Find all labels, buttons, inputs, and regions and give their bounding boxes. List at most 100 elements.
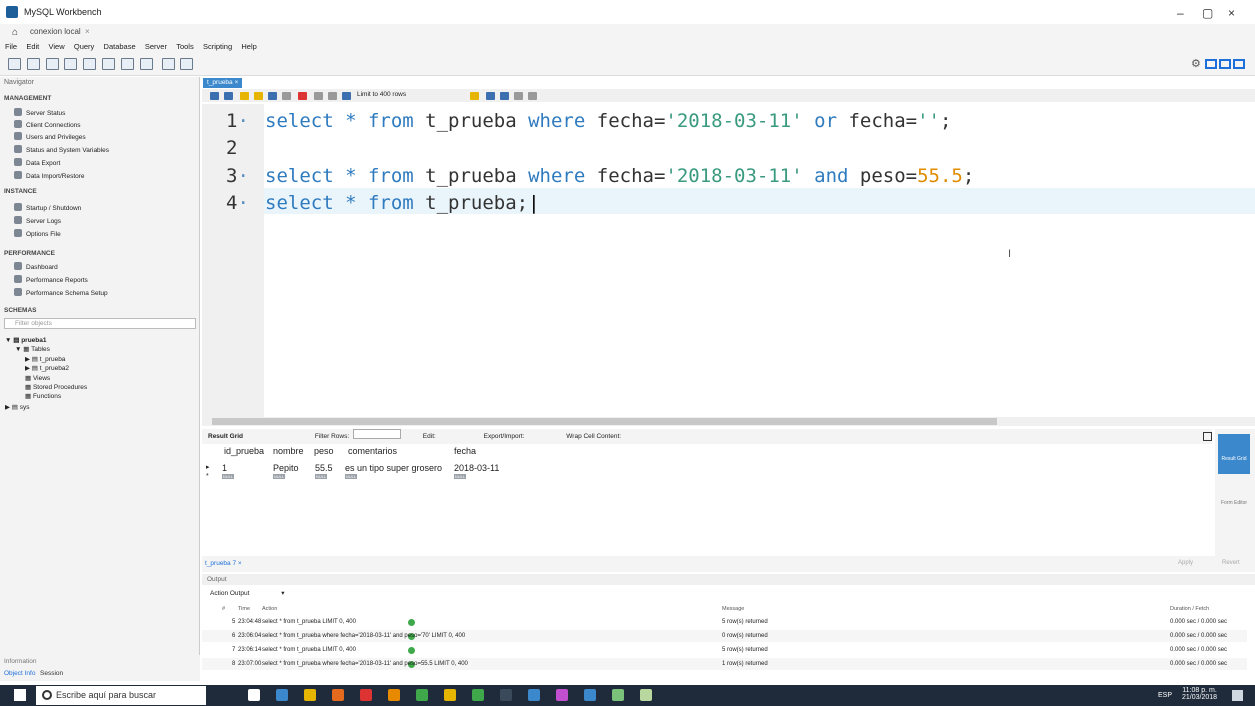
open-sql-script-icon[interactable] — [27, 58, 40, 70]
tree-table-t-prueba[interactable]: ▶ ▤ t_prueba — [25, 355, 65, 363]
toggle-bottom-panel-icon[interactable] — [1219, 59, 1231, 69]
null-cell-peso[interactable]: NULL — [315, 474, 327, 479]
menu-view[interactable]: View — [49, 40, 65, 54]
output-row[interactable]: 8 23:07:00 select * from t_prueba where fe… — [202, 658, 1247, 670]
nav-client-connections[interactable]: Client Connections — [14, 120, 81, 129]
chrome-icon[interactable] — [416, 689, 428, 701]
result-tab[interactable]: t_prueba 7 × — [205, 560, 242, 567]
code-line-3[interactable]: select * from t_prueba where fecha='2018… — [265, 165, 974, 187]
taskbar-app-icon[interactable] — [584, 689, 596, 701]
execute-icon[interactable] — [240, 92, 249, 100]
session-tab[interactable]: Session — [40, 670, 63, 677]
language-indicator[interactable]: ESP — [1158, 692, 1172, 699]
windows-start-icon[interactable] — [14, 689, 26, 701]
action-output-select[interactable]: Action Output ▾ — [210, 589, 284, 597]
taskbar-app-icon[interactable] — [276, 689, 288, 701]
cell-fecha[interactable]: 2018-03-11 — [454, 463, 499, 473]
minimize-button[interactable]: – — [1177, 6, 1184, 20]
schema-sys[interactable]: ▶ ▤ sys — [5, 403, 30, 411]
null-cell-fecha[interactable]: NULL — [454, 474, 466, 479]
col-nombre[interactable]: nombre — [273, 446, 304, 456]
menu-scripting[interactable]: Scripting — [203, 40, 232, 54]
taskbar-clock[interactable]: 11:08 p. m. 21/03/2018 — [1182, 687, 1217, 701]
nav-users-privileges[interactable]: Users and Privileges — [14, 132, 86, 141]
execute-statement-icon[interactable] — [254, 92, 263, 100]
create-schema-icon[interactable] — [64, 58, 77, 70]
search-table-data-icon[interactable] — [162, 58, 175, 70]
maximize-result-icon[interactable] — [1203, 432, 1212, 441]
wrap-lines-icon[interactable] — [528, 92, 537, 100]
notifications-icon[interactable] — [1232, 690, 1243, 701]
tree-stored-procedures[interactable]: ▦ Stored Procedures — [25, 383, 87, 391]
cell-id-prueba[interactable]: 1 — [222, 463, 227, 473]
taskbar-app-icon[interactable] — [556, 689, 568, 701]
taskbar-app-icon[interactable] — [444, 689, 456, 701]
open-file-icon[interactable] — [210, 92, 219, 100]
toggle-sidebar-icon[interactable] — [1205, 59, 1217, 69]
close-icon[interactable]: × — [85, 27, 90, 36]
create-view-icon[interactable] — [102, 58, 115, 70]
nav-data-export[interactable]: Data Export — [14, 158, 60, 167]
col-fecha[interactable]: fecha — [454, 446, 476, 456]
menu-edit[interactable]: Edit — [26, 40, 39, 54]
beautify-icon[interactable] — [470, 92, 479, 100]
tree-views[interactable]: ▦ Views — [25, 374, 50, 382]
toggle-error-icon[interactable] — [298, 92, 307, 100]
create-procedure-icon[interactable] — [121, 58, 134, 70]
cell-peso[interactable]: 55.5 — [315, 463, 333, 473]
menu-tools[interactable]: Tools — [176, 40, 194, 54]
limit-rows-select[interactable]: Limit to 400 rows — [357, 91, 406, 98]
nav-startup-shutdown[interactable]: Startup / Shutdown — [14, 203, 81, 212]
schema-prueba1[interactable]: ▼ ▤ prueba1 — [5, 336, 46, 344]
col-comentarios[interactable]: comentarios — [348, 446, 397, 456]
invisible-chars-icon[interactable] — [514, 92, 523, 100]
cell-comentarios[interactable]: es un tipo super grosero — [345, 463, 442, 473]
output-row[interactable]: 5 23:04:48 select * from t_prueba LIMIT 0,… — [202, 616, 1247, 628]
new-sql-tab-icon[interactable] — [8, 58, 21, 70]
null-cell-comentarios[interactable]: NULL — [345, 474, 357, 479]
mysql-workbench-taskbar-icon[interactable] — [528, 689, 540, 701]
nav-performance-schema-setup[interactable]: Performance Schema Setup — [14, 288, 108, 297]
taskbar-app-icon[interactable] — [612, 689, 624, 701]
firefox-icon[interactable] — [388, 689, 400, 701]
menu-help[interactable]: Help — [241, 40, 256, 54]
taskbar-app-icon[interactable] — [472, 689, 484, 701]
terminal-icon[interactable] — [500, 689, 512, 701]
form-editor-side-button[interactable]: Form Editor — [1218, 478, 1250, 518]
gear-icon[interactable]: ⚙ — [1191, 57, 1201, 70]
find-icon[interactable] — [486, 92, 495, 100]
autocommit-icon[interactable] — [342, 92, 351, 100]
nav-server-logs[interactable]: Server Logs — [14, 216, 61, 225]
object-info-tab[interactable]: Object Info — [4, 670, 35, 677]
nav-performance-reports[interactable]: Performance Reports — [14, 275, 88, 284]
code-line-4[interactable]: select * from t_prueba;| — [265, 192, 540, 214]
connection-tab[interactable]: conexion local × — [30, 27, 90, 36]
result-grid-side-button[interactable]: Result Grid — [1218, 434, 1250, 474]
task-view-icon[interactable] — [248, 689, 260, 701]
taskbar-search-box[interactable]: Escribe aquí para buscar — [36, 686, 206, 705]
inspector-icon[interactable] — [46, 58, 59, 70]
code-line-1[interactable]: select * from t_prueba where fecha='2018… — [265, 110, 951, 132]
editor-horizontal-scrollbar[interactable] — [202, 417, 1255, 426]
taskbar-app-icon[interactable] — [332, 689, 344, 701]
nav-data-import[interactable]: Data Import/Restore — [14, 171, 85, 180]
taskbar-app-icon[interactable] — [304, 689, 316, 701]
stop-icon[interactable] — [282, 92, 291, 100]
nav-options-file[interactable]: Options File — [14, 229, 61, 238]
search-icon[interactable] — [500, 92, 509, 100]
cell-nombre[interactable]: Pepito — [273, 463, 299, 473]
create-function-icon[interactable] — [140, 58, 153, 70]
home-icon[interactable]: ⌂ — [12, 27, 18, 38]
menu-database[interactable]: Database — [104, 40, 136, 54]
tree-table-t-prueba2[interactable]: ▶ ▤ t_prueba2 — [25, 364, 69, 372]
taskbar-app-icon[interactable] — [640, 689, 652, 701]
maximize-button[interactable]: ▢ — [1202, 6, 1213, 20]
query-tab-t-prueba[interactable]: t_prueba × — [203, 78, 243, 88]
explain-icon[interactable] — [268, 92, 277, 100]
menu-file[interactable]: File — [5, 40, 17, 54]
reconnect-icon[interactable] — [180, 58, 193, 70]
create-table-icon[interactable] — [83, 58, 96, 70]
apply-button[interactable]: Apply — [1178, 560, 1193, 566]
output-row[interactable]: 6 23:06:04 select * from t_prueba where fe… — [202, 630, 1247, 642]
save-icon[interactable] — [224, 92, 233, 100]
